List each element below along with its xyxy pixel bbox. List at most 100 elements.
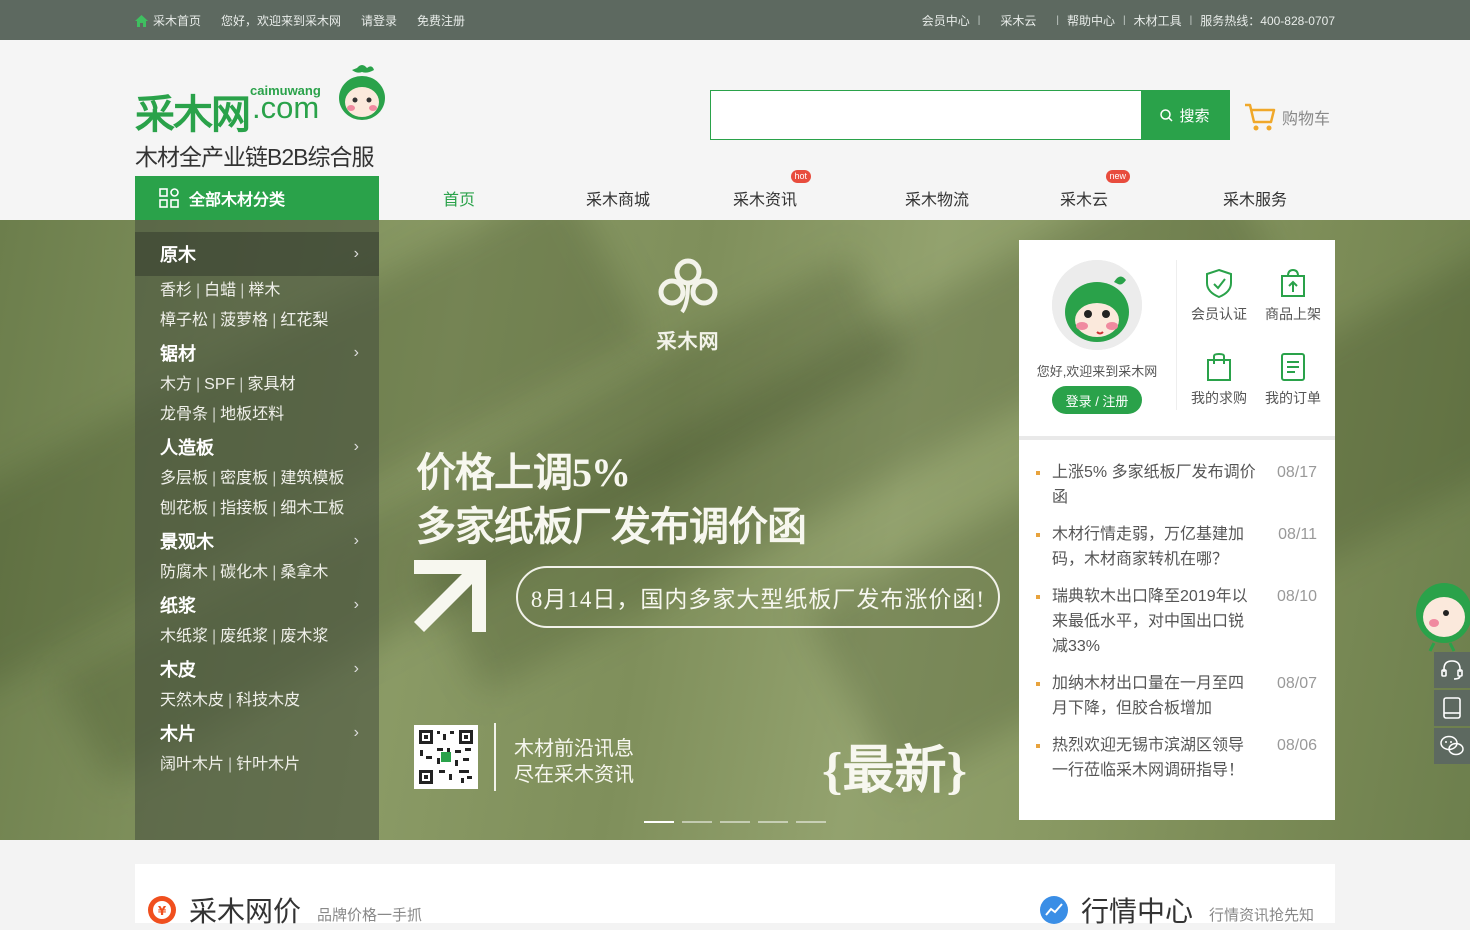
chevron-right-icon: › — [353, 596, 359, 613]
category-title[interactable]: 木片 › — [135, 716, 379, 750]
category-subitem-link[interactable]: 地板坯料 — [220, 406, 284, 423]
home-icon — [135, 14, 148, 27]
my-purchase-link[interactable]: 我的求购 — [1187, 352, 1251, 408]
category-subitem-link[interactable]: 菠萝格 — [220, 312, 268, 329]
caimu-cloud-link[interactable]: 采木云 — [1000, 12, 1036, 29]
category-subitem-link[interactable]: 木纸浆 — [160, 628, 208, 645]
category-subitem-link[interactable]: 榉木 — [248, 282, 280, 299]
search-button[interactable]: 搜索 — [1141, 91, 1229, 139]
logo-cn: 采木网 — [135, 92, 251, 138]
category-subitem-link[interactable]: 防腐木 — [160, 564, 208, 581]
site-logo[interactable]: 采木网 caimuwang .com 木材全产业链B2B综合服务平台 — [135, 60, 395, 204]
search-input[interactable] — [711, 91, 1141, 139]
news-item[interactable]: 上涨5% 多家纸板厂发布调价函 08/17 — [1019, 460, 1335, 510]
banner-headline-2: 多家纸板厂发布调价函 — [416, 504, 807, 549]
nav-logistics[interactable]: 采木物流 — [905, 186, 969, 210]
category-title[interactable]: 原木 › — [135, 232, 379, 276]
category-title[interactable]: 人造板 › — [135, 430, 379, 464]
nav-home[interactable]: 首页 — [443, 186, 475, 210]
category-subitem-link[interactable]: 樟子松 — [160, 312, 208, 329]
divider: | — [212, 628, 217, 645]
headset-icon — [1441, 660, 1463, 680]
nav-cloud[interactable]: 采木云 new — [1060, 170, 1131, 210]
section-market[interactable]: 行情中心 行情资讯抢先知 — [1039, 890, 1314, 930]
product-listing-link[interactable]: 商品上架 — [1261, 268, 1325, 324]
nav-service-label: 采木服务 — [1223, 192, 1288, 209]
category-subitem-link[interactable]: 龙骨条 — [160, 406, 208, 423]
category-subitem-link[interactable]: 建筑模板 — [280, 470, 344, 487]
category-subitem-link[interactable]: 废木浆 — [280, 628, 328, 645]
member-verify-link[interactable]: 会员认证 — [1187, 268, 1251, 324]
all-categories-button[interactable]: 全部木材分类 — [135, 176, 379, 220]
category-subitem-link[interactable]: 针叶木片 — [236, 756, 300, 773]
category-subitem-link[interactable]: 木方 — [160, 376, 192, 393]
carousel-dot[interactable] — [682, 821, 712, 823]
category-subitem-link[interactable]: 碳化木 — [220, 564, 268, 581]
category-group: 原木 › 香杉 | 白蜡 | 榉木 樟子松 | 菠萝格 | 红花梨 — [135, 232, 379, 336]
wechat-button[interactable] — [1434, 728, 1470, 764]
login-link[interactable]: 请登录 — [361, 12, 397, 29]
divider: | — [272, 628, 277, 645]
tablet-icon — [1443, 697, 1461, 719]
svg-text:¥: ¥ — [158, 904, 167, 918]
carousel-dot[interactable] — [796, 821, 826, 823]
carousel-dot[interactable] — [758, 821, 788, 823]
news-item[interactable]: 加纳木材出口量在一月至四月下降，但胶合板增加 08/07 — [1019, 671, 1335, 721]
login-register-button[interactable]: 登录 / 注册 — [1052, 386, 1142, 414]
category-subitem-link[interactable]: 白蜡 — [204, 282, 236, 299]
category-subitem-link[interactable]: 细木工板 — [280, 500, 344, 517]
grid-icon — [159, 188, 179, 208]
my-orders-link[interactable]: 我的订单 — [1261, 352, 1325, 408]
category-title[interactable]: 木皮 › — [135, 652, 379, 686]
news-item[interactable]: 热烈欢迎无锡市滨湖区领导一行莅临采木网调研指导！ 08/06 — [1019, 733, 1335, 783]
member-center-link[interactable]: 会员中心 — [922, 12, 970, 29]
help-center-link[interactable]: 帮助中心 — [1067, 12, 1115, 29]
nav-service[interactable]: 采木服务 — [1223, 186, 1287, 210]
news-date: 08/06 — [1276, 737, 1317, 754]
category-subitem-link[interactable]: SPF — [204, 376, 235, 393]
floating-mascot[interactable] — [1414, 573, 1470, 653]
category-subitem-link[interactable]: 刨花板 — [160, 500, 208, 517]
welcome-message: 您好,欢迎来到采木网 — [1036, 364, 1158, 379]
all-categories-label: 全部木材分类 — [189, 192, 286, 209]
category-subitems: 木纸浆 | 废纸浆 | 废木浆 — [135, 622, 379, 652]
divider: | — [196, 376, 201, 393]
news-item[interactable]: 木材行情走弱，万亿基建加码，木材商家转机在哪？ 08/11 — [1019, 522, 1335, 572]
divider: | — [228, 692, 233, 709]
banner-headline-1: 价格上调5% — [416, 450, 631, 495]
category-subitem-link[interactable]: 香杉 — [160, 282, 192, 299]
category-title[interactable]: 纸浆 › — [135, 588, 379, 622]
nav-mall[interactable]: 采木商城 — [586, 186, 650, 210]
news-date: 08/17 — [1276, 464, 1317, 481]
category-title[interactable]: 景观木 › — [135, 524, 379, 558]
app-download-button[interactable] — [1434, 690, 1470, 726]
category-subitem-link[interactable]: 桑拿木 — [280, 564, 328, 581]
customer-service-button[interactable] — [1434, 652, 1470, 688]
category-subitem-link[interactable]: 科技木皮 — [236, 692, 300, 709]
category-title[interactable]: 锯材 › — [135, 336, 379, 370]
home-link[interactable]: 采木首页 — [135, 12, 201, 29]
nav-news[interactable]: 采木资讯 hot — [733, 170, 812, 210]
chevron-right-icon: › — [353, 438, 359, 455]
section-price[interactable]: ¥ 采木网价 品牌价格一手抓 — [147, 890, 422, 930]
wood-tools-link[interactable]: 木材工具 — [1134, 12, 1182, 29]
news-item[interactable]: 瑞典软木出口降至2019年以来最低水平，对中国出口锐减33% 08/10 — [1019, 584, 1335, 659]
news-date: 08/11 — [1278, 526, 1317, 543]
register-link[interactable]: 免费注册 — [417, 12, 465, 29]
home-link-label: 采木首页 — [153, 14, 202, 28]
category-subitem-link[interactable]: 阔叶木片 — [160, 756, 224, 773]
carousel-dot[interactable] — [644, 821, 674, 823]
carousel-dot[interactable] — [720, 821, 750, 823]
category-subitem-link[interactable]: 家具材 — [247, 376, 295, 393]
cart-link[interactable]: 购物车 — [1244, 102, 1330, 132]
category-subitem-link[interactable]: 天然木皮 — [160, 692, 224, 709]
category-subitem-link[interactable]: 指接板 — [220, 500, 268, 517]
category-subitems: 樟子松 | 菠萝格 | 红花梨 — [135, 306, 379, 336]
category-subitem-link[interactable]: 废纸浆 — [220, 628, 268, 645]
hot-badge: hot — [790, 170, 812, 183]
category-subitem-link[interactable]: 密度板 — [220, 470, 268, 487]
category-sidebar: 原木 › 香杉 | 白蜡 | 榉木 樟子松 | 菠萝格 | 红花梨 锯材 › 木方 | SPF | 家具材 龙骨条 | 地… — [135, 220, 379, 840]
service-hotline: 服务热线：400-828-0707 — [1200, 14, 1335, 28]
category-subitem-link[interactable]: 红花梨 — [280, 312, 328, 329]
category-subitem-link[interactable]: 多层板 — [160, 470, 208, 487]
